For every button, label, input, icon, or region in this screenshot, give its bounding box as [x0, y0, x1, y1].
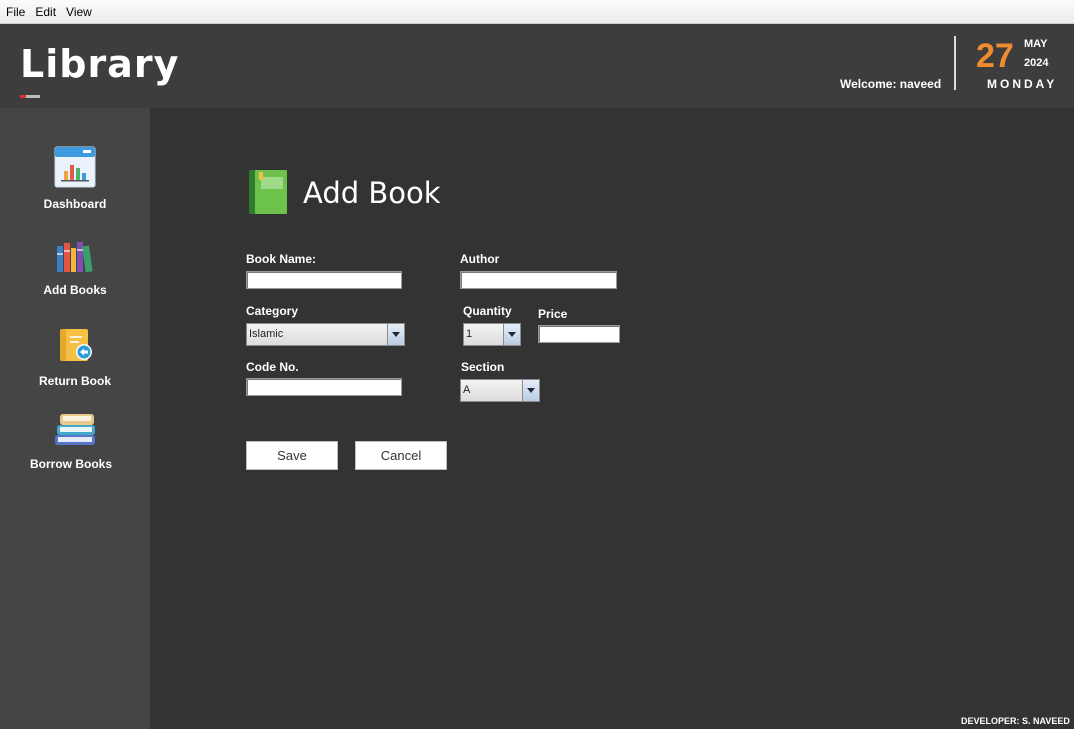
book-stack-icon — [55, 414, 95, 445]
sidebar-item-borrow-books[interactable]: Borrow Books — [0, 406, 150, 472]
date-weekday: MONDAY — [987, 77, 1058, 91]
sidebar-item-label: Add Books — [43, 283, 107, 297]
dashboard-chart-icon — [54, 146, 96, 188]
code-no-label: Code No. — [246, 360, 299, 374]
section-select[interactable]: A — [460, 379, 540, 402]
save-button[interactable]: Save — [246, 441, 338, 470]
price-input[interactable] — [538, 325, 620, 343]
header-divider — [954, 36, 956, 90]
sidebar: Dashboard Add Books Return Book Borrow B… — [0, 108, 150, 729]
cancel-button[interactable]: Cancel — [355, 441, 447, 470]
date-year: 2024 — [1024, 57, 1049, 69]
menu-view[interactable]: View — [66, 5, 92, 19]
welcome-text: Welcome: naveed — [840, 77, 942, 91]
app-header: Library Welcome: naveed 27 MAY 2024 MOND… — [0, 24, 1074, 108]
author-label: Author — [460, 252, 500, 266]
book-name-label: Book Name: — [246, 252, 317, 266]
logo-accent-icon — [20, 95, 40, 98]
category-selected: Islamic — [249, 328, 284, 340]
sidebar-item-label: Dashboard — [43, 197, 107, 211]
sidebar-item-label: Return Book — [39, 374, 111, 388]
page-title: Add Book — [303, 176, 441, 210]
sidebar-item-return-book[interactable]: Return Book — [0, 324, 150, 390]
add-book-icon — [249, 170, 287, 214]
chevron-down-icon[interactable] — [503, 324, 520, 345]
category-label: Category — [246, 304, 299, 318]
book-name-input[interactable] — [246, 271, 402, 289]
menu-edit[interactable]: Edit — [35, 5, 56, 19]
menu-file[interactable]: File — [6, 5, 25, 19]
menu-bar: File Edit View — [0, 0, 1074, 24]
return-book-icon — [60, 329, 92, 361]
section-label: Section — [461, 360, 505, 374]
price-label: Price — [538, 307, 568, 321]
app-logo: Library — [20, 42, 180, 86]
category-select[interactable]: Islamic — [246, 323, 405, 346]
sidebar-item-add-books[interactable]: Add Books — [0, 238, 150, 300]
sidebar-item-label: Borrow Books — [29, 457, 112, 471]
code-no-input[interactable] — [246, 378, 402, 396]
chevron-down-icon[interactable] — [522, 380, 539, 401]
quantity-selected: 1 — [466, 328, 473, 340]
chevron-down-icon[interactable] — [387, 324, 404, 345]
main-panel: Add Book Book Name: Author Category Isla… — [150, 108, 1074, 729]
date-month: MAY — [1024, 38, 1048, 50]
quantity-label: Quantity — [463, 304, 512, 318]
date-day: 27 — [976, 37, 1014, 75]
quantity-select[interactable]: 1 — [463, 323, 521, 346]
author-input[interactable] — [460, 271, 617, 289]
developer-credit: DEVELOPER: S. NAVEED — [961, 716, 1070, 726]
books-icon — [57, 242, 93, 273]
sidebar-item-dashboard[interactable]: Dashboard — [0, 144, 150, 214]
section-selected: A — [463, 384, 471, 396]
